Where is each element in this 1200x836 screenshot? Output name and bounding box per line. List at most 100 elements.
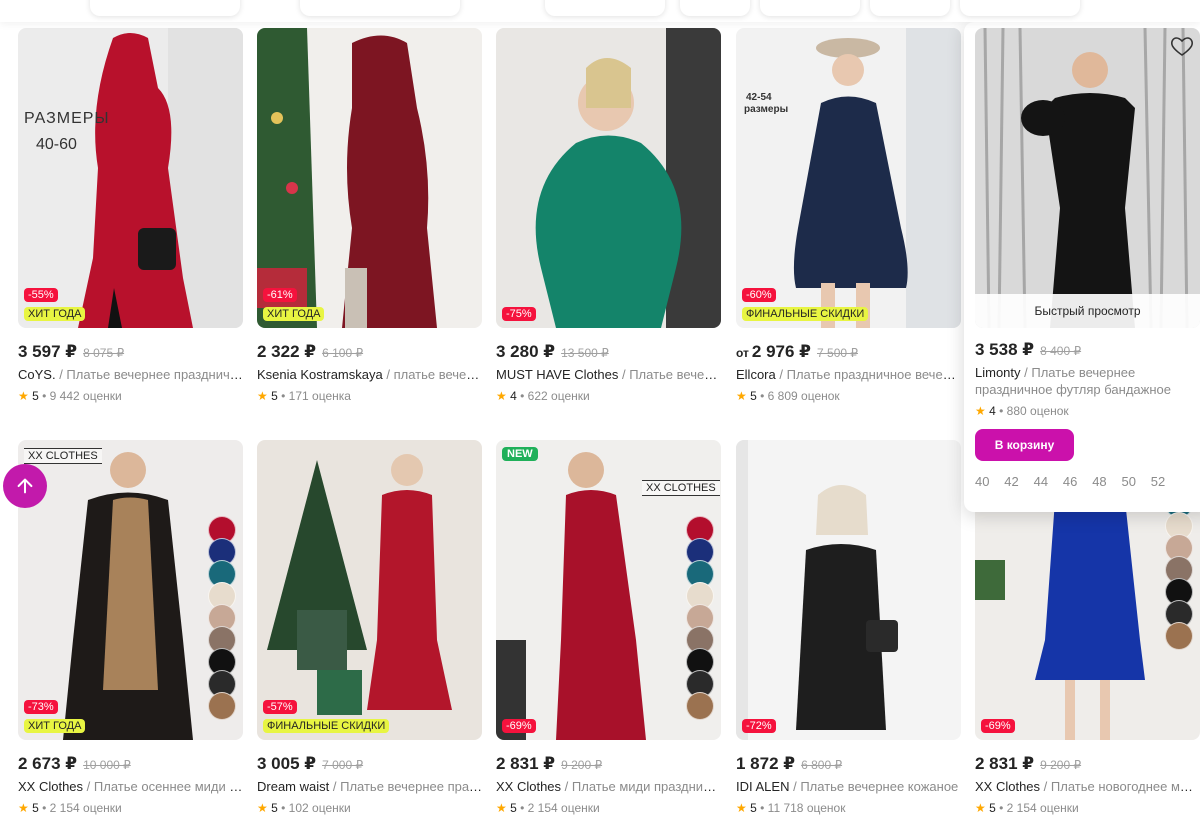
star-icon: ★	[257, 389, 268, 403]
size-option[interactable]: 46	[1063, 474, 1092, 489]
dress-photo	[736, 28, 961, 328]
product-title[interactable]: Ksenia Kostramskaya / платье вечерн…	[257, 366, 482, 383]
price-row: от 2 976 ₽ 7 500 ₽	[736, 342, 961, 364]
promo-label: ХИТ ГОДА	[24, 719, 86, 733]
filter-pill[interactable]	[760, 0, 860, 16]
product-image[interactable]: NEW XX CLOTHES -69%	[496, 440, 721, 740]
product-image[interactable]: Быстрый просмотр	[975, 28, 1200, 328]
old-price: 9 200 ₽	[561, 758, 603, 772]
size-option[interactable]: 40	[975, 474, 1004, 489]
product-title[interactable]: XX Clothes / Платье миди праздничн…	[496, 778, 721, 795]
old-price: 10 000 ₽	[83, 758, 131, 772]
review-count: 102 оценки	[288, 801, 351, 815]
old-price: 8 075 ₽	[83, 346, 125, 360]
product-card[interactable]: -61% ХИТ ГОДА 2 322 ₽ 6 100 ₽ Ksenia Kos…	[257, 28, 482, 403]
rating-value: 5	[271, 801, 278, 815]
star-icon: ★	[496, 801, 507, 815]
old-price: 7 500 ₽	[817, 346, 859, 360]
heart-icon[interactable]	[1170, 34, 1194, 58]
filter-pill[interactable]	[545, 0, 665, 16]
current-price: 2 673 ₽	[18, 754, 78, 773]
product-image[interactable]: -75%	[496, 28, 721, 328]
star-icon: ★	[975, 404, 986, 418]
product-category: / Платье вечерн…	[621, 367, 721, 382]
filter-pill[interactable]	[680, 0, 750, 16]
product-card[interactable]: 42-54 размеры -60% ФИНАЛЬНЫЕ СКИДКИ от 2…	[736, 28, 961, 403]
discount-badge: -69%	[502, 719, 536, 733]
dress-photo	[18, 28, 243, 328]
product-title[interactable]: Ellcora / Платье праздничное вечерн…	[736, 366, 961, 383]
product-category: / Платье вечернее кожаное	[793, 779, 959, 794]
brand-name: CoYS.	[18, 367, 56, 382]
promo-label: ФИНАЛЬНЫЕ СКИДКИ	[742, 307, 869, 321]
promo-label: ХИТ ГОДА	[24, 307, 86, 321]
product-category: / Платье осеннее миди в …	[86, 779, 243, 794]
product-title[interactable]: XX Clothes / Платье осеннее миди в …	[18, 778, 243, 795]
filter-pill[interactable]	[90, 0, 240, 16]
old-price: 13 500 ₽	[561, 346, 609, 360]
product-title[interactable]: IDI ALEN / Платье вечернее кожаное	[736, 778, 961, 795]
scroll-up-button[interactable]	[3, 464, 47, 508]
image-caption: РАЗМЕРЫ	[24, 110, 110, 127]
size-list: 40 42 44 46 48 50 52	[975, 474, 1200, 489]
old-price: 9 200 ₽	[1040, 758, 1082, 772]
size-option[interactable]: 44	[1034, 474, 1063, 489]
rating-value: 4	[510, 389, 517, 403]
old-price: 6 800 ₽	[801, 758, 843, 772]
product-image[interactable]: РАЗМЕРЫ 40-60 -55% ХИТ ГОДА	[18, 28, 243, 328]
rating-row: ★ 5 • 2 154 оценки	[18, 801, 122, 815]
price-prefix: от	[736, 346, 749, 360]
current-price: 2 976 ₽	[751, 342, 812, 361]
product-title[interactable]: MUST HAVE Clothes / Платье вечерн…	[496, 366, 721, 383]
discount-badge: -60%	[742, 288, 776, 302]
current-price: 1 872 ₽	[736, 754, 796, 773]
filter-pill[interactable]	[870, 0, 950, 16]
rating-row: ★ 5 • 6 809 оценок	[736, 389, 840, 403]
price-row: 2 831 ₽ 9 200 ₽	[496, 754, 721, 776]
current-price: 3 005 ₽	[257, 754, 317, 773]
add-to-cart-button[interactable]: В корзину	[975, 429, 1074, 461]
brand-name: XX Clothes	[496, 779, 562, 794]
product-image[interactable]: -72%	[736, 440, 961, 740]
product-category: / Платье праздничное вечерн…	[779, 367, 961, 382]
size-option[interactable]: 50	[1121, 474, 1150, 489]
dress-photo	[257, 440, 482, 740]
image-caption: размеры	[744, 104, 789, 115]
size-option[interactable]: 52	[1151, 474, 1180, 489]
color-swatch	[208, 692, 236, 720]
size-option[interactable]: 48	[1092, 474, 1121, 489]
product-image[interactable]: 42-54 размеры -60% ФИНАЛЬНЫЕ СКИДКИ	[736, 28, 961, 328]
brand-logo: XX CLOTHES	[642, 480, 720, 496]
discount-badge: -69%	[981, 719, 1015, 733]
review-count: 622 оценки	[527, 389, 590, 403]
price-row: 3 597 ₽ 8 075 ₽	[18, 342, 243, 364]
price-row: 3 538 ₽ 8 400 ₽	[975, 340, 1200, 362]
filter-pill[interactable]	[960, 0, 1080, 16]
product-category: / платье вечерн…	[386, 367, 482, 382]
product-image[interactable]: -61% ХИТ ГОДА	[257, 28, 482, 328]
product-title[interactable]: Limonty / Платье вечернее праздничное фу…	[975, 364, 1175, 398]
current-price: 2 831 ₽	[975, 754, 1035, 773]
rating-row: ★ 5 • 9 442 оценки	[18, 389, 122, 403]
rating-row: ★ 5 • 2 154 оценки	[496, 801, 600, 815]
quick-view-button[interactable]: Быстрый просмотр	[975, 294, 1200, 328]
star-icon: ★	[975, 801, 986, 815]
product-card[interactable]: XX CLOTHES -73% ХИТ ГОДА 2 673 ₽ 10 000 …	[18, 440, 243, 815]
product-card[interactable]: -72% 1 872 ₽ 6 800 ₽ IDI ALEN / Платье в…	[736, 440, 961, 815]
product-card[interactable]: РАЗМЕРЫ 40-60 -55% ХИТ ГОДА 3 597 ₽ 8 07…	[18, 28, 243, 403]
current-price: 2 831 ₽	[496, 754, 556, 773]
review-count: 171 оценка	[288, 389, 351, 403]
rating-value: 5	[750, 801, 757, 815]
product-category: / Платье вечернее праз…	[332, 779, 482, 794]
filter-pill[interactable]	[300, 0, 460, 16]
product-title[interactable]: Dream waist / Платье вечернее праз…	[257, 778, 482, 795]
product-card-hovered[interactable]: Быстрый просмотр 3 538 ₽ 8 400 ₽ Limonty…	[975, 28, 1200, 489]
size-option[interactable]: 42	[1004, 474, 1033, 489]
product-title[interactable]: CoYS. / Платье вечернее праздничн…	[18, 366, 243, 383]
product-card[interactable]: -75% 3 280 ₽ 13 500 ₽ MUST HAVE Clothes …	[496, 28, 721, 403]
product-card[interactable]: -57% ФИНАЛЬНЫЕ СКИДКИ 3 005 ₽ 7 000 ₽ Dr…	[257, 440, 482, 815]
product-image[interactable]: -57% ФИНАЛЬНЫЕ СКИДКИ	[257, 440, 482, 740]
product-image[interactable]: XX CLOTHES -73% ХИТ ГОДА	[18, 440, 243, 740]
product-card[interactable]: NEW XX CLOTHES -69% 2 831 ₽ 9 200 ₽ XX C…	[496, 440, 721, 815]
product-title[interactable]: XX Clothes / Платье новогоднее миди …	[975, 778, 1200, 795]
